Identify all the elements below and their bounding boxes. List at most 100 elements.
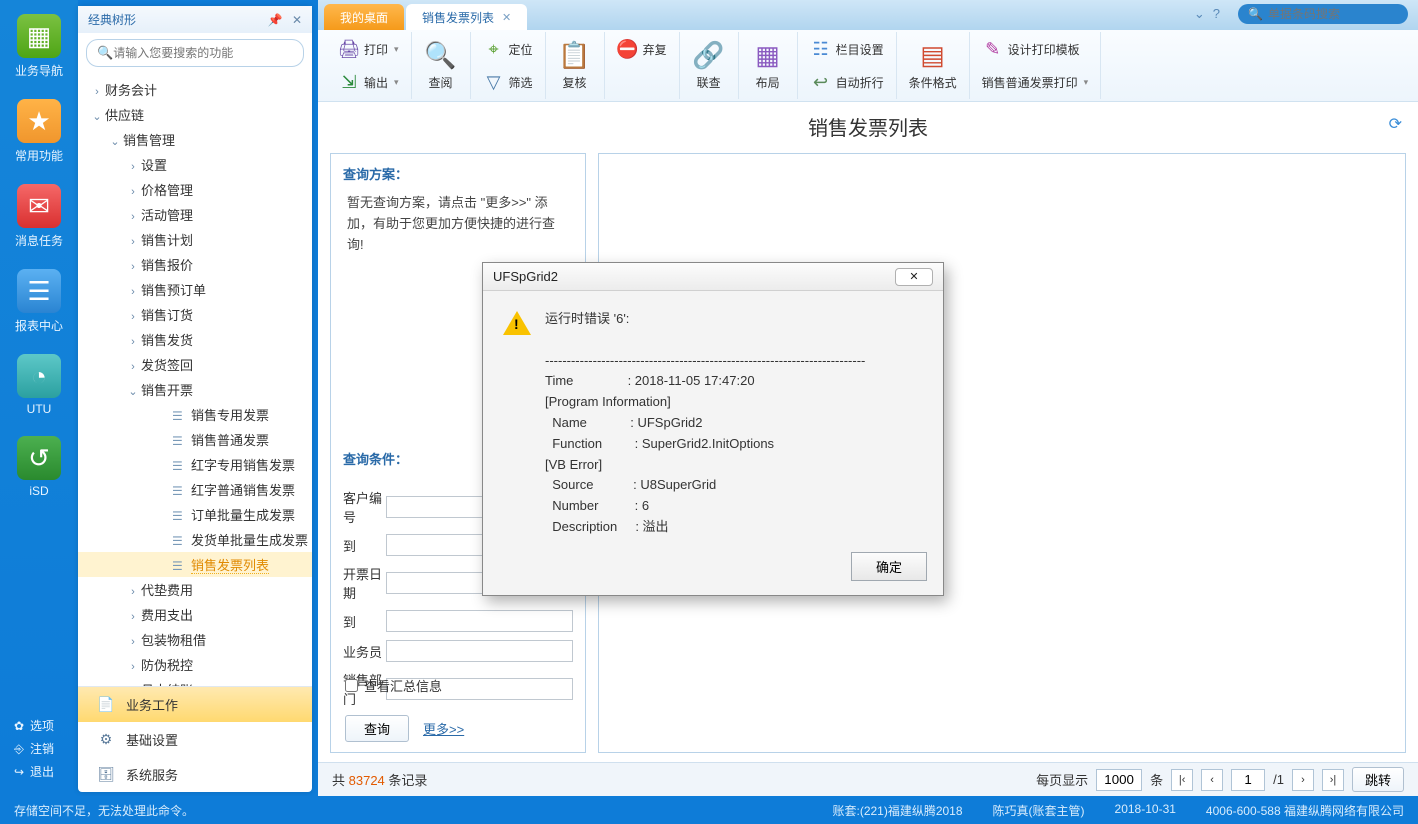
status-date: 2018-10-31 bbox=[1115, 802, 1176, 819]
caret-icon: › bbox=[128, 186, 138, 198]
cond-format-button[interactable]: ▤条件格式 bbox=[905, 34, 961, 91]
review-button[interactable]: 📋复核 bbox=[554, 34, 596, 91]
barcode-search[interactable]: 🔍 bbox=[1238, 4, 1408, 24]
input-salesman[interactable] bbox=[386, 640, 573, 662]
rail-item[interactable]: ✉ 消息任务 bbox=[9, 184, 69, 249]
tree-node[interactable]: ›销售报价 bbox=[78, 252, 312, 277]
tree-node[interactable]: ›设置 bbox=[78, 152, 312, 177]
query-plan-head: 查询方案： bbox=[331, 154, 585, 189]
document-icon: ☰ bbox=[172, 534, 186, 548]
tab-invoice-list[interactable]: 销售发票列表✕ bbox=[406, 4, 527, 30]
tree-node[interactable]: ›活动管理 bbox=[78, 202, 312, 227]
reject-button[interactable]: ⛔弃复 bbox=[613, 34, 671, 64]
caret-icon: › bbox=[128, 586, 138, 598]
rail-bottom-item[interactable]: ✿选项 bbox=[12, 717, 78, 734]
design-template-button[interactable]: ✎设计打印模板 bbox=[978, 34, 1093, 64]
page-next[interactable]: › bbox=[1292, 769, 1314, 791]
tree-leaf[interactable]: ☰红字专用销售发票 bbox=[78, 452, 312, 477]
tree-node[interactable]: ›发货签回 bbox=[78, 352, 312, 377]
tree-bottom-item[interactable]: ⚙基础设置 bbox=[78, 722, 312, 757]
summary-checkbox-wrap[interactable]: 查看汇总信息 bbox=[345, 676, 571, 695]
more-link[interactable]: 更多>> bbox=[423, 719, 464, 738]
tree-node[interactable]: ›销售订货 bbox=[78, 302, 312, 327]
query-button[interactable]: 🔍查阅 bbox=[420, 34, 462, 91]
tree-node[interactable]: ›销售计划 bbox=[78, 227, 312, 252]
input-date-to[interactable] bbox=[386, 610, 573, 632]
rail-item[interactable]: ▦ 业务导航 bbox=[9, 14, 69, 79]
barcode-search-input[interactable] bbox=[1268, 7, 1418, 21]
column-button[interactable]: ☷栏目设置 bbox=[806, 34, 888, 64]
page-last[interactable]: ›| bbox=[1322, 769, 1344, 791]
tree-node[interactable]: ›代垫费用 bbox=[78, 577, 312, 602]
tree-bottom-item[interactable]: 🗄系统服务 bbox=[78, 757, 312, 792]
print-button[interactable]: 🖨打印▾ bbox=[334, 34, 403, 64]
tree-node[interactable]: ›价格管理 bbox=[78, 177, 312, 202]
search-icon: 🔍 bbox=[97, 45, 113, 61]
wrap-button[interactable]: ↩自动折行 bbox=[806, 67, 888, 97]
tree-node[interactable]: ›月末结账 bbox=[78, 677, 312, 686]
tree-leaf[interactable]: ☰红字普通销售发票 bbox=[78, 477, 312, 502]
tree-node[interactable]: ›防伪税控 bbox=[78, 652, 312, 677]
tree-search-input[interactable] bbox=[113, 46, 293, 60]
caret-icon: › bbox=[128, 636, 138, 648]
caret-icon: › bbox=[128, 211, 138, 223]
rail-item[interactable]: ☰ 报表中心 bbox=[9, 269, 69, 334]
rail-item[interactable]: ↺ iSD bbox=[9, 436, 69, 498]
dialog-ok-button[interactable]: 确定 bbox=[851, 552, 927, 581]
sales-invoice-print-button[interactable]: 销售普通发票打印▾ bbox=[978, 67, 1093, 97]
tab-desktop[interactable]: 我的桌面 bbox=[324, 4, 404, 30]
tab-close-icon[interactable]: ✕ bbox=[502, 11, 511, 24]
summary-checkbox[interactable] bbox=[345, 679, 358, 692]
dialog-titlebar[interactable]: UFSpGrid2 ✕ bbox=[483, 263, 943, 291]
rail-icon: ◔ bbox=[17, 354, 61, 398]
export-button[interactable]: ⇲输出▾ bbox=[334, 67, 403, 97]
pin-icon[interactable]: 📌 bbox=[268, 13, 283, 27]
tree-node[interactable]: ›销售发货 bbox=[78, 327, 312, 352]
tree-leaf[interactable]: ☰订单批量生成发票 bbox=[78, 502, 312, 527]
rail-bottom-item[interactable]: ⎆注销 bbox=[12, 740, 78, 757]
document-icon: ☰ bbox=[172, 509, 186, 523]
document-icon: ☰ bbox=[172, 459, 186, 473]
tree-node[interactable]: ›财务会计 bbox=[78, 77, 312, 102]
rail-icon: ☰ bbox=[17, 269, 61, 313]
caret-icon: › bbox=[92, 86, 102, 98]
tree-node[interactable]: ⌄销售管理 bbox=[78, 127, 312, 152]
dialog-message: 运行时错误 '6': -----------------------------… bbox=[545, 309, 923, 538]
tree-node[interactable]: ⌄供应链 bbox=[78, 102, 312, 127]
locate-button[interactable]: ⌖定位 bbox=[479, 34, 537, 64]
close-icon[interactable]: ✕ bbox=[292, 13, 302, 27]
page-prev[interactable]: ‹ bbox=[1201, 769, 1223, 791]
filter-button[interactable]: ▽筛选 bbox=[479, 67, 537, 97]
caret-icon: › bbox=[128, 236, 138, 248]
tab-menu-caret[interactable]: ⌄ bbox=[1194, 6, 1205, 21]
page-input[interactable] bbox=[1231, 769, 1265, 791]
refresh-icon[interactable]: ⟳ bbox=[1389, 114, 1402, 134]
status-user: 陈巧真(账套主管) bbox=[993, 802, 1085, 819]
help-icon[interactable]: ? bbox=[1213, 6, 1220, 21]
rail-item[interactable]: ★ 常用功能 bbox=[9, 99, 69, 164]
perpage-input[interactable] bbox=[1096, 769, 1142, 791]
layout-button[interactable]: ▦布局 bbox=[747, 34, 789, 91]
query-button[interactable]: 查询 bbox=[345, 715, 409, 742]
tree-bottom-item[interactable]: 📄业务工作 bbox=[78, 687, 312, 722]
document-icon: ☰ bbox=[172, 484, 186, 498]
dialog-close-button[interactable]: ✕ bbox=[895, 268, 933, 286]
label-salesman: 业务员 bbox=[343, 642, 386, 661]
page-first[interactable]: |‹ bbox=[1171, 769, 1193, 791]
jump-button[interactable]: 跳转 bbox=[1352, 767, 1404, 792]
nav-icon: 📄 bbox=[98, 697, 114, 713]
link-button[interactable]: 🔗联查 bbox=[688, 34, 730, 91]
tree-leaf[interactable]: ☰销售发票列表 bbox=[78, 552, 312, 577]
tree-leaf[interactable]: ☰发货单批量生成发票 bbox=[78, 527, 312, 552]
tree-node[interactable]: ⌄销售开票 bbox=[78, 377, 312, 402]
rail-item[interactable]: ◔ UTU bbox=[9, 354, 69, 416]
tree-node[interactable]: ›销售预订单 bbox=[78, 277, 312, 302]
label-to1: 到 bbox=[343, 536, 386, 555]
tree-leaf[interactable]: ☰销售普通发票 bbox=[78, 427, 312, 452]
tree-node[interactable]: ›包装物租借 bbox=[78, 627, 312, 652]
tree-node[interactable]: ›费用支出 bbox=[78, 602, 312, 627]
label-customer: 客户编号 bbox=[343, 488, 386, 526]
status-bar: 存储空间不足，无法处理此命令。 账套:(221)福建纵腾2018 陈巧真(账套主… bbox=[0, 796, 1418, 824]
rail-bottom-item[interactable]: ↪退出 bbox=[12, 763, 78, 780]
tree-leaf[interactable]: ☰销售专用发票 bbox=[78, 402, 312, 427]
